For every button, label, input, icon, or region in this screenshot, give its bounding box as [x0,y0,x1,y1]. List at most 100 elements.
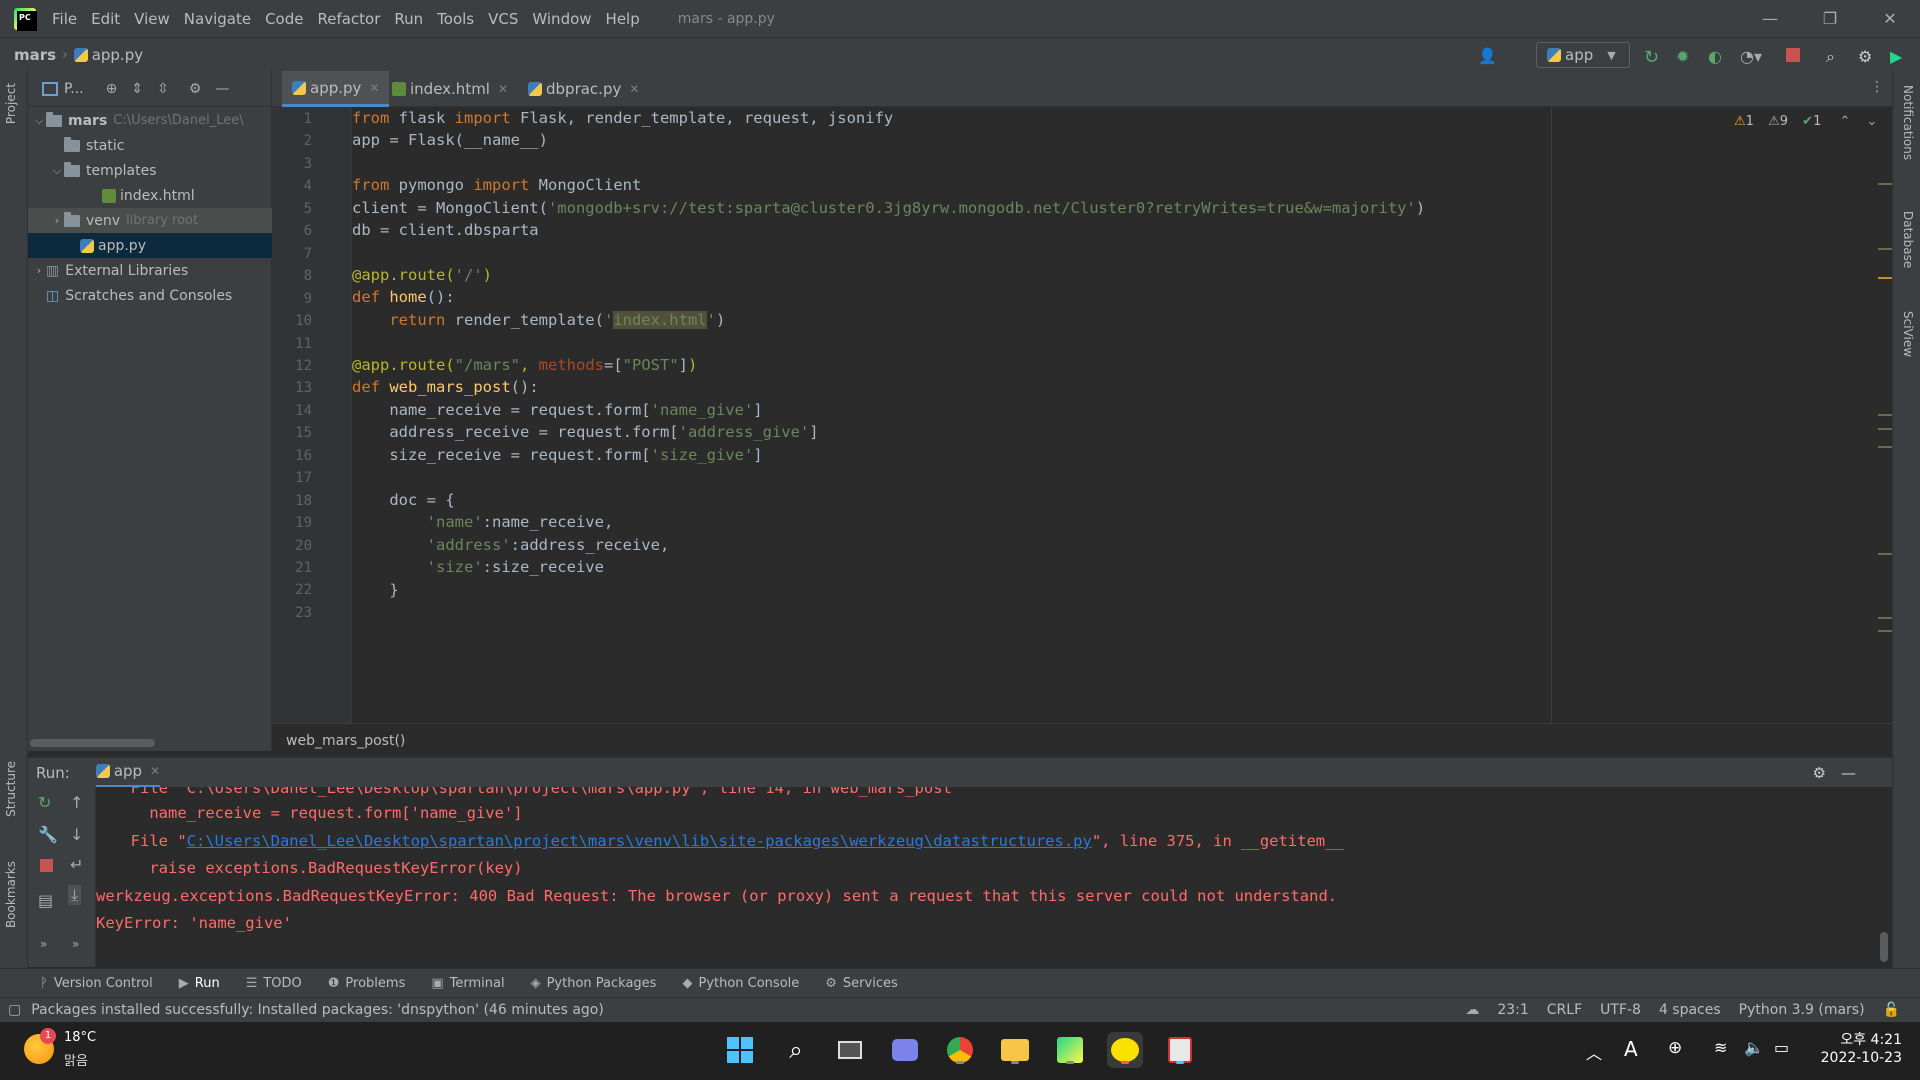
file-explorer-icon[interactable] [997,1032,1033,1068]
tree-row-mars[interactable]: ⌵ mars C:\Users\Danel_Lee\ [28,108,272,133]
scroll-marker[interactable] [1878,617,1892,619]
console-output[interactable]: File "C:\Users\Danel_Lee\Desktop\spartan… [96,787,1892,967]
chrome-icon[interactable] [942,1032,978,1068]
task-view-icon[interactable] [832,1032,868,1068]
tree-row-scratches[interactable]: ◫ Scratches and Consoles [28,283,272,308]
indent-setting[interactable]: 4 spaces [1659,1002,1721,1018]
search-icon[interactable]: ⌕ [778,1032,814,1068]
menu-code[interactable]: Code [265,10,303,28]
locate-icon[interactable]: ⊕ [106,81,118,97]
file-link[interactable]: C:\Users\Danel_Lee\Desktop\spartan\proje… [187,832,1092,850]
search-icon[interactable]: ⌕ [1826,47,1844,66]
lock-icon[interactable]: 🔓 [1883,1002,1900,1018]
project-tool-tab[interactable]: Project [4,83,18,124]
up-arrow-icon[interactable]: ↑ [70,793,83,812]
clock-date[interactable]: 2022-10-23 [1808,1050,1902,1066]
rerun-icon[interactable]: ↻ [1644,47,1662,68]
menu-vcs[interactable]: VCS [488,10,518,28]
expand-all-icon[interactable]: ⇕ [131,81,143,97]
more-tools-icon[interactable]: » [72,937,79,951]
tool-version-control[interactable]: ᚹ Version Control [40,976,153,991]
sciview-tool-tab[interactable]: SciView [1901,311,1915,357]
tab-dbprac-py[interactable]: dbprac.py ✕ [518,71,649,107]
run-tab-app[interactable]: app ✕ [95,758,161,788]
menu-view[interactable]: View [134,10,170,28]
previous-highlight-icon[interactable]: ⌃ [1839,114,1850,129]
scroll-marker[interactable] [1878,630,1892,632]
tool-run[interactable]: ▶ Run [179,976,220,991]
menu-window[interactable]: Window [532,10,591,28]
more-tabs-icon[interactable]: ⋮ [1870,79,1884,95]
menu-navigate[interactable]: Navigate [184,10,251,28]
down-arrow-icon[interactable]: ↓ [70,825,83,844]
inspection-widget[interactable]: ⚠1 ⚠9 ✔1 ⌃ ⌄ [1734,114,1877,129]
menu-refactor[interactable]: Refactor [317,10,380,28]
scroll-marker[interactable] [1878,183,1892,185]
tree-row-external-libraries[interactable]: › ▥ External Libraries [28,258,272,283]
soft-wrap-icon[interactable]: ↵ [70,855,83,874]
tool-services[interactable]: ⚙ Services [825,976,897,991]
rerun-icon[interactable]: ↻ [38,793,51,812]
snipping-tool-icon[interactable] [1162,1032,1198,1068]
user-icon[interactable]: 👤▾ [1478,47,1497,83]
battery-icon[interactable]: ▭ [1774,1038,1789,1057]
close-tab-icon[interactable]: ✕ [498,82,508,96]
close-window-icon[interactable]: ✕ [1860,0,1920,37]
status-message[interactable]: Packages installed successfully: Install… [31,1002,604,1018]
profile-icon[interactable]: ◔▾ [1740,47,1762,66]
project-view-title[interactable]: P... [64,81,84,97]
ai-assistant-icon[interactable]: ☁ [1465,1002,1479,1018]
debug-icon[interactable]: ✹ [1676,47,1694,66]
restore-icon[interactable]: ❐ [1800,0,1860,37]
menu-run[interactable]: Run [394,10,423,28]
minimize-icon[interactable]: — [1740,0,1800,37]
touch-keyboard-icon[interactable]: ⊕ [1668,1038,1682,1058]
scroll-marker[interactable] [1878,248,1892,250]
tool-todo[interactable]: ☰ TODO [246,976,302,991]
scroll-marker[interactable] [1878,446,1892,448]
scroll-to-end-icon[interactable]: ⤓ [68,885,82,905]
settings-gear-icon[interactable]: ⚙ [1858,47,1876,66]
tab-index-html[interactable]: index.html ✕ [382,71,518,107]
next-highlight-icon[interactable]: ⌄ [1867,114,1878,129]
kakaotalk-icon[interactable] [1107,1032,1143,1068]
code-editor[interactable]: from flask import Flask, render_template… [352,107,1879,723]
database-tool-tab[interactable]: Database [1901,211,1915,268]
show-hidden-icons-icon[interactable]: ︿ [1586,1040,1602,1064]
menu-edit[interactable]: Edit [91,10,120,28]
tree-row-venv[interactable]: › venv library root [28,208,272,233]
collapse-all-icon[interactable]: ⇳ [157,81,169,97]
file-encoding[interactable]: UTF-8 [1600,1002,1641,1018]
tool-problems[interactable]: ❶ Problems [328,976,406,991]
tool-python-packages[interactable]: ◈ Python Packages [531,976,657,991]
python-interpreter[interactable]: Python 3.9 (mars) [1739,1002,1865,1018]
tool-terminal[interactable]: ▣ Terminal [431,976,504,991]
teams-chat-icon[interactable] [887,1032,923,1068]
pycharm-taskbar-icon[interactable] [1052,1032,1088,1068]
scroll-marker[interactable] [1878,414,1892,416]
tab-app-py[interactable]: app.py ✕ [282,71,390,107]
tree-row-templates[interactable]: ⌵ templates [28,158,272,183]
run-config-select[interactable]: app ▼ [1536,42,1630,68]
clock-time[interactable]: 오후 4:21 [1818,1029,1902,1049]
project-settings-icon[interactable]: ⚙ [189,81,202,97]
run-settings-icon[interactable]: ⚙ [1813,764,1826,782]
input-method-indicator[interactable]: A [1624,1037,1638,1061]
stop-icon[interactable] [40,859,53,872]
close-tab-icon[interactable]: ✕ [369,81,379,95]
hide-panel-icon[interactable]: — [215,81,229,97]
console-scrollbar[interactable] [1880,932,1888,962]
nav-project[interactable]: mars [14,46,56,64]
tree-row-index-html[interactable]: index.html [28,183,272,208]
horizontal-scrollbar[interactable] [30,739,155,747]
weather-desc[interactable]: 맑음 [64,1050,88,1069]
wrench-icon[interactable]: 🔧 [38,825,58,844]
menu-file[interactable]: File [52,10,77,28]
weather-temp[interactable]: 18°C [64,1030,96,1045]
structure-tool-tab[interactable]: Structure [4,761,18,817]
hide-run-panel-icon[interactable]: — [1841,764,1856,782]
tree-row-app-py[interactable]: app.py [28,233,272,258]
volume-icon[interactable]: 🔈 [1744,1038,1764,1057]
more-tools-icon[interactable]: » [40,937,47,951]
scroll-marker-warning[interactable] [1878,277,1892,279]
